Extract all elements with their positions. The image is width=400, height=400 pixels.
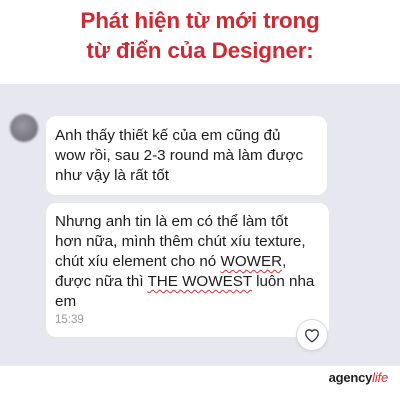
message-1-line-1: Anh thấy thiết kế của em cũng đủ — [55, 127, 281, 144]
message-1-line-3: như vậy là rất tốt — [55, 167, 170, 184]
brand-logo-part-1: agency — [328, 370, 373, 385]
message-2-line-1: Nhưng anh tin là em có thể làm tốt — [55, 213, 289, 230]
brand-logo: agencylife — [328, 370, 389, 385]
message-2-line-3-suffix: , — [282, 253, 287, 270]
chat-area: Anh thấy thiết kế của em cũng đủ wow rồi… — [0, 84, 400, 366]
heart-reaction-button[interactable] — [297, 320, 327, 350]
misspelled-word-wower: WOWER — [220, 253, 283, 270]
message-2-line-2: hơn nữa, mình thêm chút xíu texture, — [55, 233, 306, 250]
message-1-line-2: wow rồi, sau 2-3 round mà làm được — [55, 147, 304, 164]
message-2-line-3: chút xíu element cho nó WOWER, — [55, 252, 319, 272]
message-bubble-2[interactable]: Nhưng anh tin là em có thể làm tốt hơn n… — [46, 203, 329, 337]
headline-line-2: từ điển của Designer: — [86, 38, 314, 63]
misspelled-word-the-wowest: THE WOWEST — [147, 273, 252, 290]
headline-line-1: Phát hiện từ mới trong — [80, 8, 320, 33]
message-2-line-4: được nữa thì THE WOWEST luôn nha — [55, 272, 319, 292]
headline: Phát hiện từ mới trong từ điển của Desig… — [0, 6, 400, 66]
message-2-line-3-prefix: chút xíu element cho nó — [55, 253, 221, 270]
message-2-line-5: em — [55, 293, 77, 310]
message-timestamp: 15:39 — [55, 314, 84, 326]
message-bubble-1[interactable]: Anh thấy thiết kế của em cũng đủ wow rồi… — [46, 116, 327, 195]
message-2-line-4-suffix: luôn nha — [251, 273, 315, 290]
brand-logo-part-2: life — [372, 370, 388, 385]
message-2-line-4-prefix: được nữa thì — [55, 273, 148, 290]
avatar[interactable] — [10, 114, 38, 142]
heart-outline-icon — [305, 328, 319, 343]
